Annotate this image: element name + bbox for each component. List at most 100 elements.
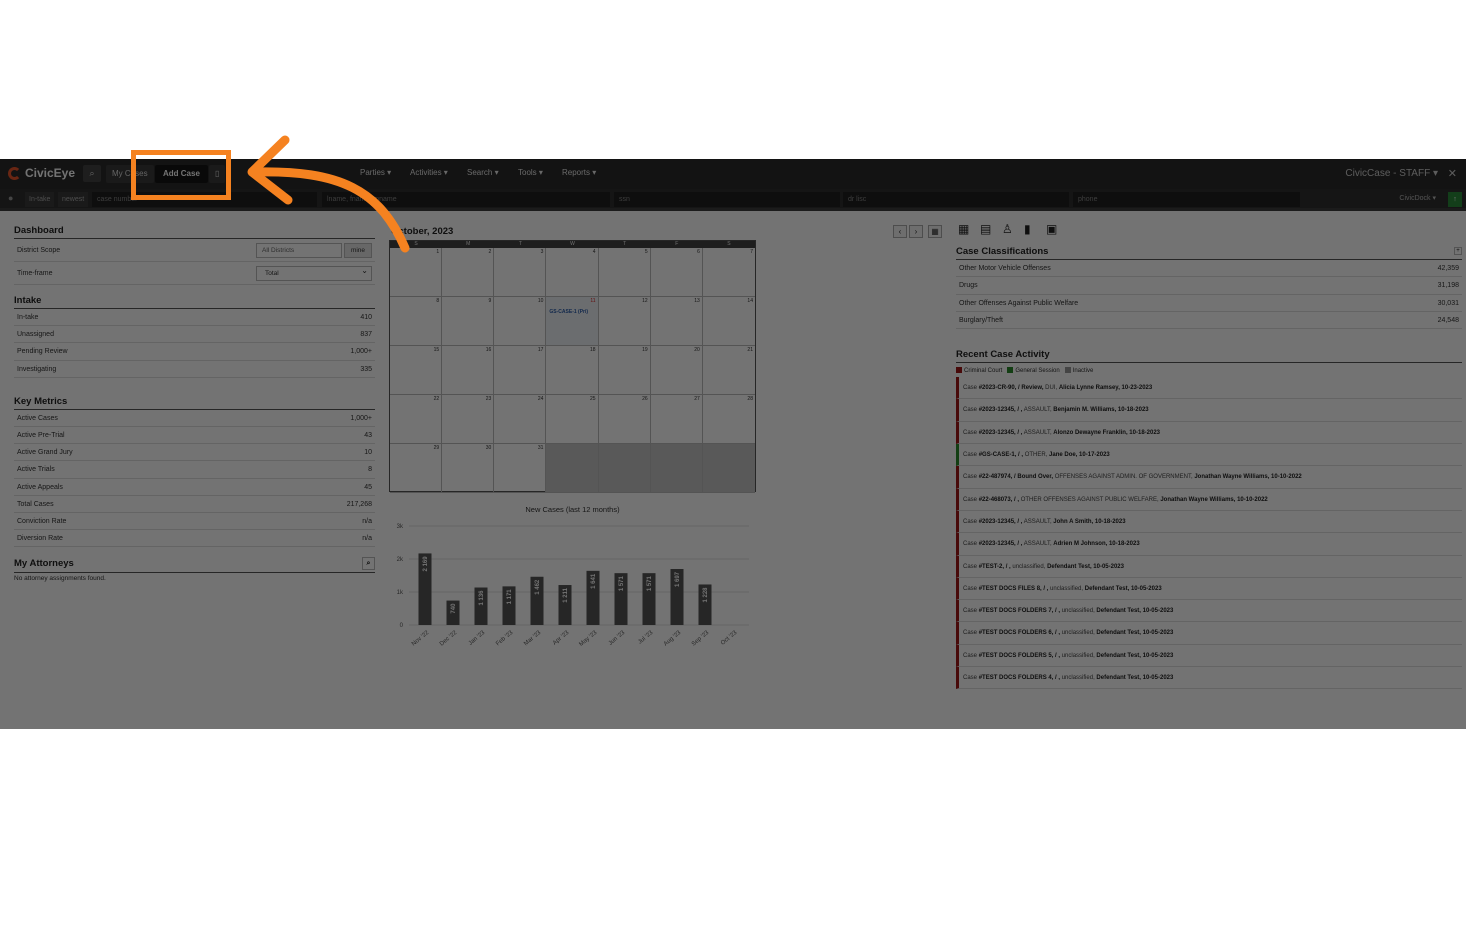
table-icon[interactable]: ▦ xyxy=(958,223,971,236)
org-chart-icon[interactable]: ♙ xyxy=(1002,223,1015,236)
activity-party[interactable]: Defendant Test, 10-05-2023 xyxy=(1096,653,1173,659)
activity-item[interactable]: Case #TEST DOCS FOLDERS 4, / , unclassif… xyxy=(956,667,1462,690)
activity-item[interactable]: Case #TEST DOCS FOLDERS 5, / , unclassif… xyxy=(956,644,1462,668)
calendar-day-cell[interactable]: 14 xyxy=(702,297,755,346)
metric-row[interactable]: Active Appeals 45 xyxy=(14,479,375,496)
calendar-event[interactable]: GS-CASE-1 (Pri) xyxy=(549,309,588,315)
calendar-day-cell[interactable]: 22 xyxy=(390,395,443,444)
activity-party[interactable]: Jane Doe, 10-17-2023 xyxy=(1049,452,1110,458)
activity-party[interactable]: Defendant Test, 10-05-2023 xyxy=(1096,608,1173,614)
close-icon[interactable]: ✕ xyxy=(1448,167,1457,180)
activity-case-number[interactable]: #2023-12345, / , xyxy=(979,519,1023,525)
activity-party[interactable]: Jonathan Wayne Williams, 10-10-2022 xyxy=(1194,474,1301,480)
calendar-prev-icon[interactable]: ‹ xyxy=(893,225,907,238)
activity-case-number[interactable]: #22-487974, / Bound Over, xyxy=(979,474,1053,480)
metric-row[interactable]: Active Trials 8 xyxy=(14,461,375,479)
activity-item[interactable]: Case #2023-12345, / , ASSAULT, Adrien M … xyxy=(956,533,1462,556)
activity-case-number[interactable]: #22-468073, / , xyxy=(979,497,1019,503)
calendar-day-cell[interactable]: 9 xyxy=(442,297,495,346)
calendar-day-cell[interactable]: 28 xyxy=(702,395,755,444)
calendar-day-cell[interactable]: 5 xyxy=(598,248,651,297)
calendar-day-cell[interactable]: 7 xyxy=(702,248,755,297)
activity-case-number[interactable]: #GS-CASE-1, / , xyxy=(979,452,1023,458)
activity-party[interactable]: Adrien M Johnson, 10-18-2023 xyxy=(1053,541,1139,547)
activity-item[interactable]: Case #TEST-2, / , unclassified, Defendan… xyxy=(956,555,1462,578)
book-icon[interactable]: ▣ xyxy=(1046,223,1059,236)
calendar-day-cell[interactable]: 23 xyxy=(442,395,495,444)
intake-chip[interactable]: In-take xyxy=(25,192,55,207)
phone-input[interactable]: phone xyxy=(1073,192,1300,207)
activity-item[interactable]: Case #TEST DOCS FILES 8, / , unclassifie… xyxy=(956,577,1462,601)
activity-party[interactable]: Benjamin M. Williams, 10-18-2023 xyxy=(1053,407,1148,413)
metric-row[interactable]: Active Cases 1,000+ xyxy=(14,410,375,427)
calendar-day-cell[interactable]: 17 xyxy=(494,346,547,395)
activity-case-number[interactable]: #TEST DOCS FOLDERS 6, / , xyxy=(979,630,1060,636)
calendar-day-cell[interactable]: 30 xyxy=(442,444,495,493)
activity-item[interactable]: Case #22-487974, / Bound Over, OFFENSES … xyxy=(956,466,1462,489)
attorney-search-icon[interactable]: ⌕ xyxy=(362,557,375,571)
calendar-day-cell[interactable] xyxy=(702,444,755,493)
calendar-day-cell[interactable] xyxy=(598,444,651,493)
metric-row[interactable]: Active Grand Jury 10 xyxy=(14,444,375,462)
activity-item[interactable]: Case #2023-CR-90, / Review, DUI, Alicia … xyxy=(956,377,1462,400)
classification-row[interactable]: Other Offenses Against Public Welfare 30,… xyxy=(956,295,1462,312)
brand[interactable]: CivicEye xyxy=(8,166,75,180)
activity-item[interactable]: Case #TEST DOCS FOLDERS 7, / , unclassif… xyxy=(956,600,1462,623)
intake-row[interactable]: Unassigned 837 xyxy=(14,326,375,344)
calendar-day-cell[interactable]: 11 GS-CASE-1 (Pri) xyxy=(546,297,599,346)
account-menu[interactable]: CivicCase - STAFF ▾ xyxy=(1345,168,1438,179)
calendar-day-cell[interactable]: 27 xyxy=(650,395,703,444)
activity-item[interactable]: Case #22-468073, / , OTHER OFFENSES AGAI… xyxy=(956,488,1462,511)
dock-toggle-button[interactable]: ↑ xyxy=(1448,192,1462,207)
intake-row[interactable]: Investigating 335 xyxy=(14,361,375,378)
ssn-input[interactable]: ssn xyxy=(614,192,840,207)
calendar-day-cell[interactable]: 21 xyxy=(702,346,755,395)
classification-row[interactable]: Burglary/Theft 24,548 xyxy=(956,312,1462,330)
dr-lisc-input[interactable]: dr lisc xyxy=(843,192,1069,207)
calendar-day-cell[interactable]: 13 xyxy=(650,297,703,346)
activity-case-number[interactable]: #2023-12345, / , xyxy=(979,407,1023,413)
nav-item-3[interactable]: Tools ▾ xyxy=(518,168,543,177)
calendar-day-cell[interactable]: 31 xyxy=(494,444,547,493)
activity-party[interactable]: Defendant Test, 10-05-2023 xyxy=(1096,630,1173,636)
calendar-day-cell[interactable]: 15 xyxy=(390,346,443,395)
calendar-day-cell[interactable]: 24 xyxy=(494,395,547,444)
activity-item[interactable]: Case #GS-CASE-1, / , OTHER, Jane Doe, 10… xyxy=(956,444,1462,467)
activity-case-number[interactable]: #TEST DOCS FOLDERS 7, / , xyxy=(979,608,1060,614)
metric-row[interactable]: Active Pre-Trial 43 xyxy=(14,427,375,445)
activity-item[interactable]: Case #TEST DOCS FOLDERS 6, / , unclassif… xyxy=(956,622,1462,645)
calendar-day-cell[interactable]: 26 xyxy=(598,395,651,444)
calendar-day-cell[interactable]: 29 xyxy=(390,444,443,493)
newest-chip[interactable]: newest xyxy=(58,192,89,207)
activity-item[interactable]: Case #2023-12345, / , ASSAULT, Alonzo De… xyxy=(956,421,1462,445)
activity-party[interactable]: Defendant Test, 10-05-2023 xyxy=(1047,564,1124,570)
calendar-day-cell[interactable]: 10 xyxy=(494,297,547,346)
calendar-view-icon[interactable]: ▤ xyxy=(980,223,993,236)
calendar-day-cell[interactable]: 8 xyxy=(390,297,443,346)
classification-row[interactable]: Drugs 31,198 xyxy=(956,277,1462,295)
activity-party[interactable]: John A Smith, 10-18-2023 xyxy=(1053,519,1125,525)
metric-row[interactable]: Diversion Rate n/a xyxy=(14,530,375,548)
expand-icon[interactable]: + xyxy=(1454,247,1462,255)
calendar-day-cell[interactable] xyxy=(546,444,599,493)
intake-row[interactable]: In-take 410 xyxy=(14,309,375,327)
calendar-day-cell[interactable]: 2 xyxy=(442,248,495,297)
calendar-day-cell[interactable]: 18 xyxy=(546,346,599,395)
activity-party[interactable]: Defendant Test, 10-05-2023 xyxy=(1096,675,1173,681)
activity-party[interactable]: Defendant Test, 10-05-2023 xyxy=(1085,586,1162,592)
calendar-day-cell[interactable]: 19 xyxy=(598,346,651,395)
activity-item[interactable]: Case #2023-12345, / , ASSAULT, John A Sm… xyxy=(956,510,1462,534)
calendar-day-cell[interactable]: 12 xyxy=(598,297,651,346)
activity-case-number[interactable]: #2023-CR-90, / Review, xyxy=(979,385,1044,391)
activity-case-number[interactable]: #2023-12345, / , xyxy=(979,430,1023,436)
search-icon[interactable]: ⌕ xyxy=(83,165,101,182)
calendar-day-cell[interactable]: 16 xyxy=(442,346,495,395)
calendar-icon[interactable]: ▦ xyxy=(928,225,942,238)
metric-row[interactable]: Total Cases 217,268 xyxy=(14,496,375,513)
activity-case-number[interactable]: #TEST-2, / , xyxy=(979,564,1011,570)
calendar-day-cell[interactable]: 25 xyxy=(546,395,599,444)
calendar-day-cell[interactable] xyxy=(650,444,703,493)
nav-item-4[interactable]: Reports ▾ xyxy=(562,168,596,177)
calendar-next-icon[interactable]: › xyxy=(909,225,923,238)
timeframe-select[interactable]: Total xyxy=(256,264,372,281)
